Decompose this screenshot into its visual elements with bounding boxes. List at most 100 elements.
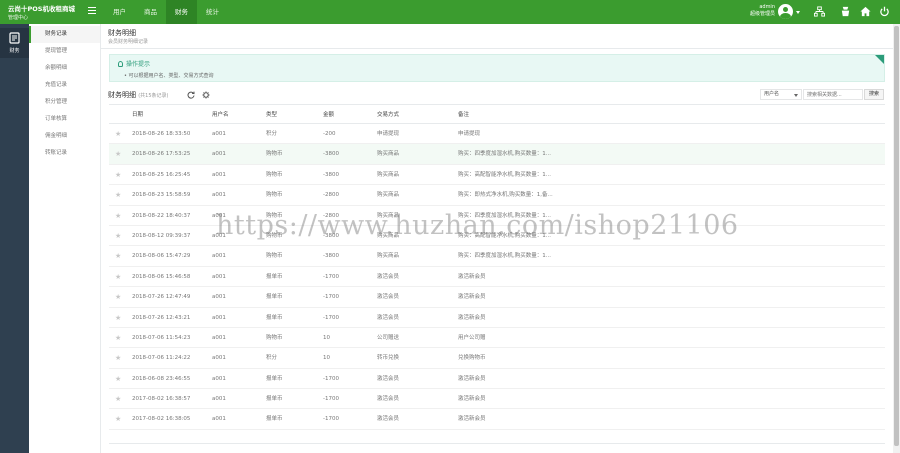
sidebar-item-recharge[interactable]: 充值记录 (29, 77, 100, 94)
cell-method: 申请提现 (377, 131, 400, 137)
tab-users[interactable]: 用户 (104, 0, 135, 24)
finance-table: 日期 用户名 类型 金额 交易方式 备注 ★ 2018-08-26 18:33:5… (109, 104, 885, 430)
clear-cache-icon[interactable] (840, 6, 851, 17)
refresh-icon[interactable] (187, 91, 195, 99)
gear-icon[interactable] (202, 91, 210, 99)
menu-toggle-icon[interactable] (88, 7, 96, 15)
search-input[interactable] (803, 89, 863, 100)
cell-date: 2017-08-02 16:38:05 (132, 416, 191, 423)
cell-date: 2018-06-08 23:46:55 (132, 375, 191, 382)
cell-username: a001 (212, 294, 226, 301)
cell-amount: 10 (323, 334, 330, 341)
home-icon[interactable] (860, 6, 871, 17)
sidebar-item-transfer[interactable]: 转账记录 (29, 145, 100, 162)
user-info[interactable]: admin 超级管理员 (733, 4, 775, 18)
table-header: 日期 用户名 类型 金额 交易方式 备注 (109, 104, 885, 124)
table-footer (109, 443, 885, 453)
rail-item-finance[interactable]: 财务 (0, 28, 29, 58)
star-icon[interactable]: ★ (115, 252, 121, 260)
cell-note: 兑换购物币 (458, 355, 486, 362)
table-row[interactable]: ★ 2018-07-26 12:43:21 a001 报单币 -1700 激活会员 激活新会… (109, 308, 885, 328)
tips-panel: 操作提示 • 可以根据用户名、类型、交易方式查询 (109, 54, 885, 82)
cell-type: 积分 (266, 131, 278, 137)
cell-method: 公司赠送 (377, 334, 400, 341)
sidebar-item-commission[interactable]: 佣金明细 (29, 128, 100, 145)
table-row[interactable]: ★ 2018-08-06 15:47:29 a001 购物币 -3800 购买商品 购买：四… (109, 246, 885, 267)
star-icon[interactable]: ★ (115, 375, 121, 383)
cell-username: a001 (212, 171, 226, 178)
avatar[interactable] (778, 4, 793, 19)
col-amount[interactable]: 金额 (323, 105, 375, 125)
cell-method: 激活会员 (377, 314, 400, 321)
star-icon[interactable]: ★ (115, 395, 121, 403)
cell-amount: -3800 (323, 253, 339, 260)
col-method[interactable]: 交易方式 (377, 105, 457, 125)
sitemap-icon[interactable] (814, 6, 825, 17)
chevron-down-icon[interactable] (796, 11, 800, 14)
power-icon[interactable] (879, 6, 890, 17)
cell-type: 购物币 (266, 171, 283, 178)
cell-amount: -1700 (323, 396, 339, 403)
filter-select[interactable]: 用户名 (760, 89, 802, 100)
star-icon[interactable]: ★ (115, 314, 121, 322)
top-nav: 用户 商品 财务 统计 (104, 0, 228, 24)
col-date[interactable]: 日期 (132, 105, 210, 125)
collapse-corner-icon[interactable] (875, 55, 884, 64)
star-icon[interactable]: ★ (115, 232, 121, 240)
cell-amount: -3800 (323, 171, 339, 178)
col-username[interactable]: 用户名 (212, 105, 262, 125)
star-icon[interactable]: ★ (115, 273, 121, 281)
cell-username: a001 (212, 314, 226, 321)
search-button[interactable]: 搜索 (864, 89, 884, 100)
star-icon[interactable]: ★ (115, 293, 121, 301)
col-note[interactable]: 备注 (458, 105, 658, 125)
star-icon[interactable]: ★ (115, 212, 121, 220)
cell-note: 购买：四季度加湿水机,购买数量：1... (458, 253, 551, 260)
table-row[interactable]: ★ 2017-08-02 16:38:57 a001 报单币 -1700 激活会员 激活新会… (109, 389, 885, 410)
sidebar-item-orders[interactable]: 订单核算 (29, 111, 100, 128)
table-row[interactable]: ★ 2018-08-06 15:46:58 a001 报单币 -1700 激活会员 激活新会… (109, 267, 885, 288)
cell-amount: -200 (323, 131, 336, 137)
star-icon[interactable]: ★ (115, 171, 121, 179)
table-row[interactable]: ★ 2018-07-26 12:47:49 a001 报单币 -1700 激活会员 激活新会… (109, 287, 885, 308)
star-icon[interactable]: ★ (115, 150, 121, 158)
table-row[interactable]: ★ 2018-07-06 11:24:22 a001 积分 10 转币兑换 兑换购物币 (109, 348, 885, 369)
sidebar-item-finance-record[interactable]: 财务记录 (29, 26, 100, 43)
table-row[interactable]: ★ 2018-08-26 17:53:25 a001 购物币 -3800 购买商品 购买：四… (109, 144, 885, 165)
cell-amount: -1700 (323, 416, 339, 423)
cell-method: 购买商品 (377, 253, 400, 260)
table-row[interactable]: ★ 2018-08-23 15:58:59 a001 购物币 -2800 购买商品 购买：即… (109, 185, 885, 206)
tab-stats[interactable]: 统计 (197, 0, 228, 24)
table-row[interactable]: ★ 2018-06-08 23:46:55 a001 报单币 -1700 激活会员 激活新会… (109, 369, 885, 390)
tips-title[interactable]: 操作提示 (118, 59, 150, 68)
col-type[interactable]: 类型 (266, 105, 320, 125)
cell-method: 激活会员 (377, 416, 400, 423)
sidebar-item-withdraw[interactable]: 提现管理 (29, 43, 100, 60)
star-icon[interactable]: ★ (115, 354, 121, 362)
tab-finance[interactable]: 财务 (166, 0, 197, 24)
cell-type: 报单币 (266, 273, 283, 280)
cell-username: a001 (212, 355, 226, 362)
tab-goods[interactable]: 商品 (135, 0, 166, 24)
cell-note: 购买：即热式净水机,购买数量：1,备... (458, 192, 553, 199)
cell-type: 报单币 (266, 294, 283, 301)
cell-date: 2018-08-12 09:39:37 (132, 232, 191, 239)
user-name: admin (759, 4, 775, 10)
star-icon[interactable]: ★ (115, 415, 121, 423)
table-row[interactable]: ★ 2017-08-02 16:38:05 a001 报单币 -1700 激活会员 激活新会… (109, 409, 885, 430)
cell-note: 激活新会员 (458, 416, 486, 423)
sidebar-item-points[interactable]: 积分管理 (29, 94, 100, 111)
user-role: 超级管理员 (749, 11, 775, 17)
cell-method: 激活会员 (377, 396, 400, 403)
scrollbar[interactable] (893, 24, 900, 453)
table-row[interactable]: ★ 2018-08-25 16:25:45 a001 购物币 -3800 购买商品 购买：高… (109, 165, 885, 186)
star-icon[interactable]: ★ (115, 334, 121, 342)
star-icon[interactable]: ★ (115, 130, 121, 138)
brand-subtitle: 管理中心 (8, 15, 29, 21)
sidebar-item-balance[interactable]: 余额明细 (29, 60, 100, 77)
table-row[interactable]: ★ 2018-08-26 18:33:50 a001 积分 -200 申请提现 申请提现 (109, 124, 885, 145)
table-row[interactable]: ★ 2018-07-06 11:54:23 a001 购物币 10 公司赠送 用户公司赠 (109, 328, 885, 349)
module-rail: 财务 (0, 24, 29, 453)
cell-date: 2018-08-22 18:40:37 (132, 212, 191, 219)
star-icon[interactable]: ★ (115, 191, 121, 199)
